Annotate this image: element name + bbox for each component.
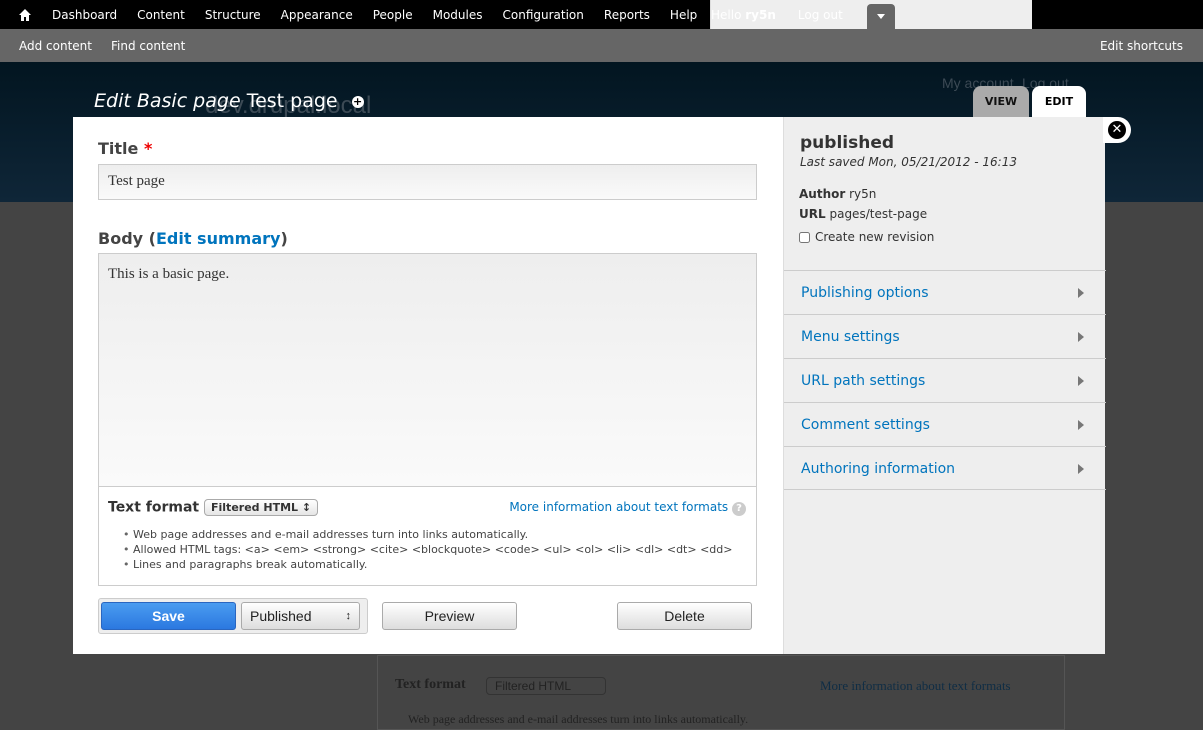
toolbar-appearance[interactable]: Appearance	[281, 8, 353, 22]
text-format-box: Text format Filtered HTML ↕ More informa…	[98, 486, 757, 586]
status-select[interactable]: Published ↕	[241, 602, 360, 630]
shortcuts-bar: Add content Find content Edit shortcuts	[0, 29, 1203, 62]
chevron-right-icon	[1078, 332, 1084, 342]
body-textarea[interactable]: This is a basic page.	[98, 253, 757, 487]
delete-button[interactable]: Delete	[617, 602, 752, 630]
section-publishing-options[interactable]: Publishing options	[784, 270, 1106, 314]
main-form: Title * Test page Body (Edit summary) Th…	[73, 117, 783, 654]
toolbar-modules[interactable]: Modules	[433, 8, 483, 22]
revision-checkbox[interactable]	[799, 231, 810, 243]
close-button[interactable]: ✕	[1103, 117, 1131, 143]
close-icon: ✕	[1108, 121, 1126, 139]
chevron-right-icon	[1078, 464, 1084, 474]
shortcut-find-content[interactable]: Find content	[111, 39, 185, 53]
text-format-select[interactable]: Filtered HTML ↕	[204, 499, 319, 516]
toolbar-people[interactable]: People	[373, 8, 413, 22]
help-icon[interactable]: ?	[732, 502, 746, 516]
user-greeting[interactable]: Hello ry5n	[711, 8, 776, 22]
author-info: Author ry5n	[799, 187, 877, 201]
meta-sidebar: published Last saved Mon, 05/21/2012 - 1…	[783, 117, 1106, 654]
section-comment-settings[interactable]: Comment settings	[784, 402, 1106, 446]
section-authoring-information[interactable]: Authoring information	[784, 446, 1106, 490]
edit-shortcuts-link[interactable]: Edit shortcuts	[1100, 39, 1183, 53]
chevron-right-icon	[1078, 376, 1084, 386]
chevron-right-icon	[1078, 288, 1084, 298]
title-label: Title *	[98, 139, 153, 158]
bg-text-format: Text format Filtered HTML More informati…	[377, 655, 1065, 730]
toolbar-structure[interactable]: Structure	[205, 8, 261, 22]
chevron-right-icon	[1078, 420, 1084, 430]
section-url-path-settings[interactable]: URL path settings	[784, 358, 1106, 402]
tab-view[interactable]: VIEW	[973, 86, 1029, 117]
select-arrows-icon: ↕	[345, 610, 352, 622]
edit-summary-link[interactable]: Edit summary	[156, 229, 280, 248]
preview-button[interactable]: Preview	[382, 602, 517, 630]
format-tips: Web page addresses and e-mail addresses …	[123, 527, 732, 572]
body-label: Body (Edit summary)	[98, 229, 288, 248]
toolbar-help[interactable]: Help	[670, 8, 697, 22]
shortcut-add-content[interactable]: Add content	[19, 39, 92, 53]
toolbar-reports[interactable]: Reports	[604, 8, 650, 22]
section-menu-settings[interactable]: Menu settings	[784, 314, 1106, 358]
save-button[interactable]: Save	[101, 602, 236, 630]
more-info-link[interactable]: More information about text formats	[509, 500, 728, 514]
admin-toolbar: Dashboard Content Structure Appearance P…	[0, 0, 1203, 29]
last-saved: Last saved Mon, 05/21/2012 - 16:13	[800, 155, 1017, 169]
shortcuts-toggle[interactable]	[866, 4, 895, 29]
edit-dialog: Title * Test page Body (Edit summary) Th…	[73, 117, 1106, 654]
toolbar-content[interactable]: Content	[137, 8, 185, 22]
title-input[interactable]: Test page	[98, 164, 757, 200]
page-title: Edit Basic page Test page +	[94, 90, 364, 112]
logout-link[interactable]: Log out	[798, 8, 843, 22]
url-info: URL pages/test-page	[799, 207, 928, 221]
tab-edit[interactable]: EDIT	[1032, 86, 1086, 117]
status-heading: published	[800, 133, 895, 153]
home-icon[interactable]	[18, 8, 32, 22]
toolbar-configuration[interactable]: Configuration	[503, 8, 584, 22]
revision-checkbox-row[interactable]: Create new revision	[799, 230, 934, 244]
add-shortcut-icon[interactable]: +	[351, 95, 364, 108]
chevron-down-icon	[876, 14, 885, 19]
toolbar-dashboard[interactable]: Dashboard	[52, 8, 117, 22]
